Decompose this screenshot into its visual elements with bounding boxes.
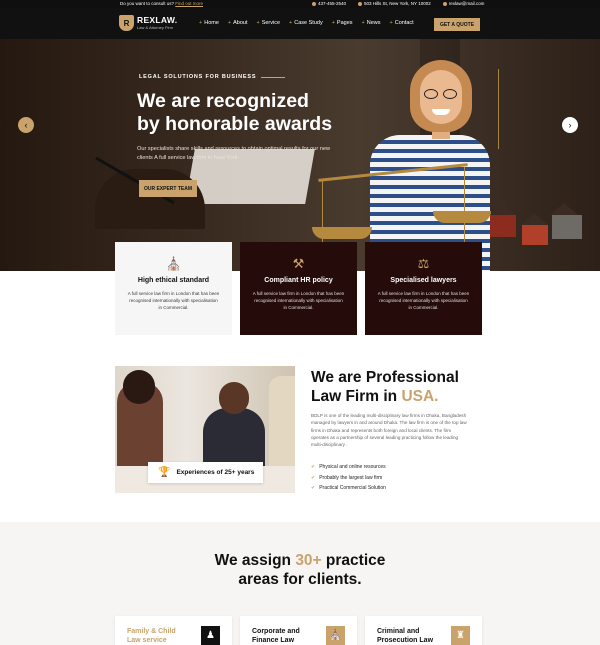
feature-title: Specialised lawyers <box>390 277 457 284</box>
background-scale <box>498 69 548 149</box>
check-item: Probably the largest law firm <box>311 475 386 486</box>
logo-shield-icon: R <box>119 15 134 31</box>
nav-item-service[interactable]: Service <box>256 20 280 26</box>
house-model <box>488 203 516 237</box>
feature-card[interactable]: ⛪ High ethical standard A full service l… <box>115 242 232 335</box>
phone-icon <box>312 1 316 6</box>
logo-tagline: Law & Attorney Firm <box>137 25 174 30</box>
practice-card[interactable]: Family & Child Law service ♟ <box>115 616 232 645</box>
house-model <box>520 213 548 245</box>
logo-name: REXLAW. <box>137 15 178 25</box>
feature-text: A full service law firm in London that h… <box>377 291 470 310</box>
building-icon: ⛪ <box>326 626 345 645</box>
feature-text: A full service law firm in London that h… <box>252 291 345 310</box>
practice-card[interactable]: Criminal and Prosecution Law ♜ <box>365 616 482 645</box>
get-a-quote-button[interactable]: GET A QUOTE <box>434 18 480 31</box>
nav-item-pages[interactable]: Pages <box>332 20 353 26</box>
practice-card-title: Criminal and Prosecution Law <box>377 628 434 644</box>
practice-title: We assign 30+ practice areas for clients… <box>214 552 386 588</box>
main-navbar: R REXLAW. Law & Attorney Firm Home About… <box>0 8 600 39</box>
practice-card-title: Family & Child Law service <box>127 628 176 644</box>
feature-text: A full service law firm in London that h… <box>127 291 220 310</box>
nav-item-news[interactable]: News <box>362 20 381 26</box>
feature-card[interactable]: ⚒ Compliant HR policy A full service law… <box>240 242 357 335</box>
hero-description: Our specialists share skills and resourc… <box>137 146 331 161</box>
trophy-icon: 🏆 <box>158 467 171 478</box>
email-info[interactable]: rexlaw@mail.com <box>442 1 484 6</box>
phone-info[interactable]: 437-455-2540 <box>312 1 346 6</box>
nav-item-about[interactable]: About <box>228 20 247 26</box>
address-info: 503 Hills St, New York, NY 10002 <box>358 1 431 6</box>
nav-item-case-study[interactable]: Case Study <box>289 20 322 26</box>
lawyer-icon: ♜ <box>451 626 470 645</box>
consult-text: Do you want to consult us? Find out more <box>120 1 204 6</box>
feature-title: High ethical standard <box>137 277 210 284</box>
find-out-more-link[interactable]: Find out more <box>175 1 203 6</box>
top-bar: Do you want to consult us? Find out more… <box>0 0 600 8</box>
family-icon: ♟ <box>201 626 220 645</box>
slider-next-button[interactable]: › <box>562 117 578 133</box>
nav-item-contact[interactable]: Contact <box>390 20 414 26</box>
house-model <box>550 203 582 239</box>
check-item: Physical and online resources <box>311 464 386 475</box>
courthouse-icon: ⛪ <box>165 256 182 271</box>
feature-card[interactable]: ⚖ Specialised lawyers A full service law… <box>365 242 482 335</box>
scales-icon: ⚖ <box>417 256 430 271</box>
our-expert-team-button[interactable]: OUR EXPERT TEAM <box>139 180 197 197</box>
practice-card-title: Corporate and Finance Law <box>252 628 300 644</box>
slider-prev-button[interactable]: ‹ <box>18 117 34 133</box>
nav-item-home[interactable]: Home <box>199 20 219 26</box>
about-description: BDLP is one of the leading multi-discipl… <box>311 413 467 448</box>
location-icon <box>358 1 363 6</box>
gavel-icon: ⚒ <box>292 256 305 271</box>
hero-eyebrow: LEGAL SOLUTIONS FOR BUSINESS <box>139 74 285 80</box>
check-item: Practical Commercial Solution <box>311 485 386 496</box>
hero-hand <box>95 169 205 229</box>
nav-menu: Home About Service Case Study Pages News… <box>199 20 414 26</box>
glasses <box>421 89 461 99</box>
about-title: We are Professional Law Firm in USA. <box>311 369 459 405</box>
feature-title: Compliant HR policy <box>264 277 333 284</box>
about-checklist: Physical and online resources Probably t… <box>311 464 386 496</box>
practice-card[interactable]: Corporate and Finance Law ⛪ <box>240 616 357 645</box>
logo[interactable]: R REXLAW. Law & Attorney Firm <box>119 15 177 31</box>
hero-title: We are recognized by honorable awards <box>137 90 333 135</box>
experience-badge: 🏆 Experiences of 25+ years <box>148 462 263 483</box>
mail-icon <box>442 1 447 6</box>
